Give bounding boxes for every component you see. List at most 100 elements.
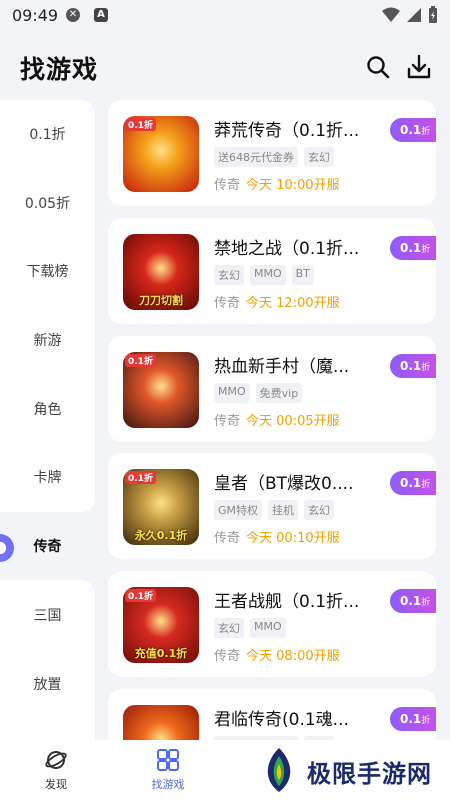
thumbnail-caption: 充值0.1折 xyxy=(134,647,188,660)
discount-badge: 0.1折 xyxy=(390,236,436,260)
sidebar-item-0.05-discount[interactable]: 0.05折 xyxy=(0,184,95,224)
server-open-time: 今天 12:00开服 xyxy=(246,296,340,311)
thumbnail-caption: 刀刀切割 xyxy=(139,294,183,307)
wifi-icon xyxy=(382,7,400,22)
discount-value: 0.1 xyxy=(400,712,422,726)
category-sidebar: 0.1折 0.05折 下载榜 新游 角色 卡牌 传奇 三国 放置 xyxy=(0,100,95,740)
tab-label: 找游戏 xyxy=(151,778,185,791)
thumbnail-badge: 0.1折 xyxy=(125,471,156,484)
game-title: 莽荒传奇（0.1折... xyxy=(214,121,360,141)
game-category: 传奇 xyxy=(214,414,241,429)
game-title: 皇者（BT爆改0.... xyxy=(214,474,354,494)
game-tags: 送648元代金券玄幻 xyxy=(214,147,334,167)
status-time: 09:49 xyxy=(12,6,59,25)
game-card[interactable]: 0.1折 充值0.1折 王者战舰（0.1折... 玄幻 MMO 传奇 今天 08:00开服 0… xyxy=(108,571,436,677)
thumbnail-badge: 0.1折 xyxy=(125,118,156,131)
game-tag: 玄幻 xyxy=(214,265,244,285)
game-tags: MMO 免费vip xyxy=(214,383,303,403)
discount-unit: 折 xyxy=(421,245,431,255)
game-tag: 挂机 xyxy=(268,500,299,520)
game-tag: MMO xyxy=(214,383,250,403)
game-tag: 玄幻 xyxy=(214,618,244,638)
game-title: 王者战舰（0.1折... xyxy=(214,592,360,612)
game-category: 传奇 xyxy=(214,531,241,546)
discount-unit: 折 xyxy=(421,716,431,726)
tab-discover[interactable]: 发现 xyxy=(16,740,96,800)
game-meta: 传奇 今天 00:10开服 xyxy=(214,527,340,546)
game-card[interactable]: 0.1折 永久0.1折 皇者（BT爆改0.... GM特权 挂机 玄幻 传奇 今天 00:10… xyxy=(108,453,436,559)
discount-value: 0.1 xyxy=(400,123,422,137)
page-title: 找游戏 xyxy=(20,55,99,84)
game-meta: 传奇 今天 12:00开服 xyxy=(214,292,340,311)
discount-badge: 0.1折 xyxy=(390,471,436,495)
game-tag: MMO xyxy=(250,265,286,285)
discount-badge: 0.1折 xyxy=(390,118,436,142)
game-card[interactable]: 刀刀切割 禁地之战（0.1折... 玄幻 MMO BT 传奇 今天 12:00开服 0.1折 xyxy=(108,218,436,324)
download-button[interactable] xyxy=(404,52,434,82)
game-meta: 传奇 今天 08:00开服 xyxy=(214,645,340,664)
game-meta: 传奇 今天 10:00开服 xyxy=(214,174,340,193)
search-button[interactable] xyxy=(363,52,393,82)
thumbnail-badge: 0.1折 xyxy=(125,354,156,367)
sidebar-item-role[interactable]: 角色 xyxy=(0,390,95,430)
game-tag: 免费vip xyxy=(255,383,303,403)
discount-badge: 0.1折 xyxy=(390,354,436,378)
game-card[interactable]: 0.1折 热血新手村（魔... MMO 免费vip 传奇 今天 00:05开服 0.1折 xyxy=(108,336,436,442)
game-category: 传奇 xyxy=(214,178,241,193)
grid-icon xyxy=(157,749,179,771)
server-open-time: 今天 10:00开服 xyxy=(246,178,340,193)
game-tag: 玄幻 xyxy=(304,147,334,167)
sidebar-item-legend[interactable]: 传奇 xyxy=(0,527,95,567)
game-list: 0.1折 莽荒传奇（0.1折... 送648元代金券 玄幻 传奇 今天 10:00开服 0.… xyxy=(108,100,436,740)
download-icon xyxy=(407,54,431,79)
game-thumbnail: 0.1折永久0.1折 xyxy=(123,469,199,545)
status-bar: 09:49 ✕ A xyxy=(0,0,450,32)
game-category: 传奇 xyxy=(214,649,241,664)
site-watermark: 极限手游网 xyxy=(255,746,445,796)
game-tag: BT xyxy=(291,265,314,285)
game-meta: 传奇 今天 00:05开服 xyxy=(214,410,340,429)
status-right-icons xyxy=(382,6,438,24)
planet-icon xyxy=(45,751,67,769)
discount-value: 0.1 xyxy=(400,359,422,373)
discount-value: 0.1 xyxy=(400,476,422,490)
notification-close-icon: ✕ xyxy=(66,8,80,22)
discount-badge: 0.1折 xyxy=(390,589,436,613)
game-tags: GM特权 挂机 玄幻 xyxy=(214,500,335,520)
sidebar-item-three-kingdoms[interactable]: 三国 xyxy=(0,596,95,636)
game-thumbnail: 0.1折 充值0.1折 xyxy=(123,587,199,663)
discount-value: 0.1 xyxy=(400,241,422,255)
sidebar-item-downloads-rank[interactable]: 下载榜 xyxy=(0,252,95,292)
game-tag: 送648元代金券 xyxy=(214,147,298,167)
game-tag: MMO xyxy=(250,618,286,638)
game-tag: 玄幻 xyxy=(304,500,335,520)
game-tags: 玄幻 MMO BT xyxy=(214,265,314,285)
notification-a-icon: A xyxy=(94,8,108,22)
sidebar-item-0.1-discount[interactable]: 0.1折 xyxy=(0,115,95,155)
discount-unit: 折 xyxy=(421,480,431,490)
game-thumbnail xyxy=(123,705,199,740)
server-open-time: 今天 00:10开服 xyxy=(246,531,340,546)
discount-badge: 0.1折 xyxy=(390,707,436,731)
discount-unit: 折 xyxy=(421,127,431,137)
game-thumbnail: 刀刀切割 xyxy=(123,234,199,310)
game-thumbnail: 0.1折 xyxy=(123,116,199,192)
tab-find-games[interactable]: 找游戏 xyxy=(128,740,208,800)
signal-icon xyxy=(407,8,421,22)
game-thumbnail: 0.1折 xyxy=(123,352,199,428)
discount-unit: 折 xyxy=(421,363,431,373)
sidebar-panel xyxy=(0,100,95,512)
thumbnail-caption: 永久0.1折 xyxy=(134,529,188,542)
watermark-logo-icon xyxy=(267,748,291,792)
watermark-text: 极限手游网 xyxy=(307,760,432,788)
game-category: 传奇 xyxy=(214,296,241,311)
search-icon xyxy=(367,56,390,79)
sidebar-item-new-games[interactable]: 新游 xyxy=(0,321,95,361)
game-card[interactable]: 0.1折 莽荒传奇（0.1折... 送648元代金券 玄幻 传奇 今天 10:00开服 0.… xyxy=(108,100,436,206)
discount-unit: 折 xyxy=(421,598,431,608)
tab-label: 发现 xyxy=(45,778,67,791)
sidebar-item-cards[interactable]: 卡牌 xyxy=(0,458,95,498)
game-card[interactable]: 君临传奇(0.1魂...送648元代金券玄幻传奇0.1折 xyxy=(108,689,436,740)
game-title: 禁地之战（0.1折... xyxy=(214,239,360,259)
sidebar-item-idle[interactable]: 放置 xyxy=(0,665,95,705)
